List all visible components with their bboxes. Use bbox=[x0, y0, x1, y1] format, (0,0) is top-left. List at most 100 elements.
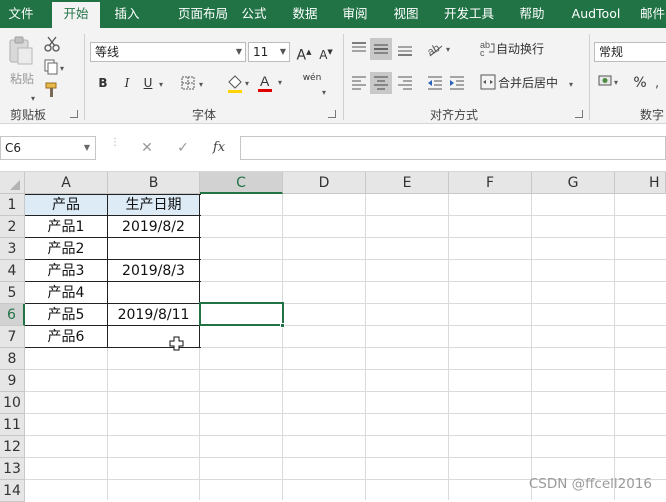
align-left-icon bbox=[352, 76, 366, 90]
row-header-6[interactable]: 6 bbox=[0, 304, 25, 326]
comma-style-icon[interactable]: , bbox=[654, 76, 666, 93]
fill-handle[interactable] bbox=[280, 323, 285, 328]
name-box[interactable]: C6 ▼ bbox=[0, 136, 96, 160]
merge-center-button[interactable]: 合并后居中 bbox=[498, 72, 562, 94]
font-dialog-launcher-icon[interactable] bbox=[328, 110, 336, 118]
top-align-button[interactable] bbox=[350, 40, 368, 61]
cell-a2[interactable]: 产品1 bbox=[25, 216, 107, 238]
row-header-7[interactable]: 7 bbox=[0, 326, 25, 348]
row-header-5[interactable]: 5 bbox=[0, 282, 25, 304]
cell-a5[interactable]: 产品4 bbox=[25, 282, 107, 304]
cancel-button[interactable]: ✕ bbox=[135, 138, 159, 158]
enter-button[interactable]: ✓ bbox=[171, 138, 195, 158]
row-header-8[interactable]: 8 bbox=[0, 348, 25, 370]
underline-dropdown-icon[interactable]: ▾ bbox=[156, 72, 166, 94]
wrap-text-button[interactable]: 自动换行 bbox=[496, 38, 552, 60]
column-header-h[interactable]: H bbox=[615, 172, 666, 194]
italic-button[interactable]: I bbox=[118, 72, 136, 94]
formula-input[interactable] bbox=[240, 136, 666, 160]
chevron-down-icon: ▼ bbox=[83, 143, 90, 152]
number-group-label: 数字 bbox=[640, 108, 665, 122]
column-header-f[interactable]: F bbox=[449, 172, 532, 194]
row-header-1[interactable]: 1 bbox=[0, 194, 25, 216]
column-header-g[interactable]: G bbox=[532, 172, 615, 194]
percent-style-button[interactable]: % bbox=[630, 72, 650, 94]
phonetic-dropdown-icon[interactable]: ▾ bbox=[319, 80, 329, 102]
align-center-button[interactable] bbox=[370, 72, 392, 94]
tab-home[interactable]: 开始 bbox=[52, 2, 100, 28]
bold-button[interactable]: B bbox=[94, 72, 112, 94]
column-header-e[interactable]: E bbox=[366, 172, 449, 194]
row-header-12[interactable]: 12 bbox=[0, 436, 25, 458]
row-header-11[interactable]: 11 bbox=[0, 414, 25, 436]
select-all-button[interactable] bbox=[0, 172, 25, 194]
copy-button[interactable]: ▾ bbox=[44, 59, 68, 78]
tab-insert[interactable]: 插入 bbox=[106, 0, 148, 28]
row-header-2[interactable]: 2 bbox=[0, 216, 25, 238]
decrease-indent-button[interactable] bbox=[426, 75, 444, 94]
tab-formulas[interactable]: 公式 bbox=[234, 0, 274, 28]
tab-view[interactable]: 视图 bbox=[386, 0, 426, 28]
align-center-icon bbox=[374, 76, 388, 90]
column-header-c[interactable]: C bbox=[200, 172, 283, 194]
cell-b6[interactable]: 2019/8/11 bbox=[108, 304, 199, 326]
column-header-d[interactable]: D bbox=[283, 172, 366, 194]
increase-font-size-button[interactable]: A▲ bbox=[294, 41, 314, 64]
tab-file[interactable]: 文件 bbox=[0, 0, 42, 28]
column-header-a[interactable]: A bbox=[25, 172, 108, 194]
tab-audtool[interactable]: AudTool bbox=[564, 0, 628, 28]
cut-button[interactable] bbox=[44, 36, 60, 55]
merge-dropdown-icon[interactable]: ▾ bbox=[566, 72, 576, 94]
font-size-combo[interactable]: 11 ▼ bbox=[248, 42, 290, 62]
row-header-4[interactable]: 4 bbox=[0, 260, 25, 282]
gridline bbox=[365, 194, 366, 500]
align-left-button[interactable] bbox=[350, 75, 368, 94]
format-painter-button[interactable] bbox=[44, 82, 60, 101]
selected-cell-c6[interactable] bbox=[199, 302, 284, 326]
tab-help[interactable]: 帮助 bbox=[512, 0, 552, 28]
underline-button[interactable]: U bbox=[140, 72, 156, 94]
paste-dropdown-icon[interactable]: ▾ bbox=[28, 86, 38, 108]
decrease-font-size-button[interactable]: A▼ bbox=[316, 41, 336, 63]
cell-b3[interactable] bbox=[108, 238, 199, 260]
cell-b7[interactable] bbox=[108, 326, 199, 348]
tab-data[interactable]: 数据 bbox=[284, 0, 326, 28]
increase-indent-button[interactable] bbox=[448, 75, 466, 94]
row-header-14[interactable]: 14 bbox=[0, 480, 25, 502]
borders-button[interactable]: ▾ bbox=[181, 76, 209, 93]
middle-align-button[interactable] bbox=[370, 38, 392, 60]
cell-b1[interactable]: 生产日期 bbox=[108, 194, 199, 216]
font-color-button[interactable]: A ▾ bbox=[257, 72, 287, 97]
font-name-combo[interactable]: 等线 ▼ bbox=[90, 42, 246, 62]
align-right-button[interactable] bbox=[396, 75, 414, 94]
orientation-button[interactable]: ab ▾ bbox=[425, 40, 454, 61]
align-middle-icon bbox=[374, 44, 388, 54]
paste-button[interactable] bbox=[8, 36, 34, 69]
cell-a6[interactable]: 产品5 bbox=[25, 304, 107, 326]
row-header-9[interactable]: 9 bbox=[0, 370, 25, 392]
cell-a1[interactable]: 产品 bbox=[25, 194, 107, 216]
fill-color-button[interactable]: ▾ bbox=[226, 74, 254, 97]
tab-review[interactable]: 审阅 bbox=[335, 0, 375, 28]
tab-developer[interactable]: 开发工具 bbox=[437, 0, 501, 28]
tab-mailings[interactable]: 邮件 bbox=[640, 0, 666, 28]
cell-a3[interactable]: 产品2 bbox=[25, 238, 107, 260]
alignment-dialog-launcher-icon[interactable] bbox=[575, 110, 583, 118]
cell-a4[interactable]: 产品3 bbox=[25, 260, 107, 282]
column-header-b[interactable]: B bbox=[108, 172, 200, 194]
cell-b4[interactable]: 2019/8/3 bbox=[108, 260, 199, 282]
row-header-3[interactable]: 3 bbox=[0, 238, 25, 260]
drag-handle-icon[interactable]: ⋮ bbox=[110, 138, 120, 156]
cell-a7[interactable]: 产品6 bbox=[25, 326, 107, 348]
number-format-combo[interactable]: 常规 bbox=[594, 42, 666, 62]
row-header-13[interactable]: 13 bbox=[0, 458, 25, 480]
bottom-align-button[interactable] bbox=[396, 40, 414, 61]
svg-text:▾: ▾ bbox=[278, 78, 282, 87]
cell-b2[interactable]: 2019/8/2 bbox=[108, 216, 199, 238]
ribbon-home: 粘贴 ▾ ▾ 剪贴板 等线 ▼ 11 ▼ A▲ A▼ B I U ▾ ▾ ▾ A… bbox=[0, 28, 666, 124]
clipboard-dialog-launcher-icon[interactable] bbox=[70, 110, 78, 118]
cell-b5[interactable] bbox=[108, 282, 199, 304]
row-header-10[interactable]: 10 bbox=[0, 392, 25, 414]
insert-function-button[interactable]: fx bbox=[207, 138, 231, 158]
accounting-format-button[interactable]: ▾ bbox=[598, 73, 622, 92]
